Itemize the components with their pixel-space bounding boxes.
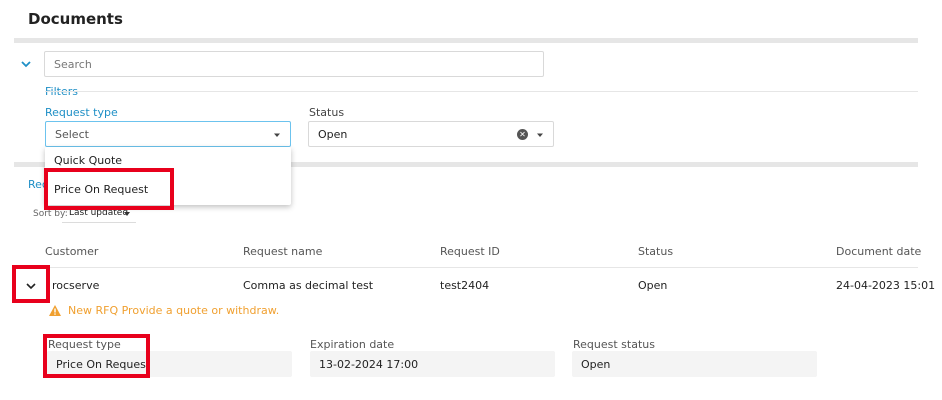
cell-document-date: 24-04-2023 15:01: [836, 279, 936, 292]
cell-request-name: Comma as decimal test: [243, 279, 374, 292]
detail-request-status-value: Open: [572, 351, 817, 377]
filters-divider: [45, 91, 918, 92]
filters-toggle-chevron-icon[interactable]: [18, 56, 34, 72]
search-input[interactable]: [44, 51, 544, 77]
status-select[interactable]: Open ✕: [308, 121, 554, 147]
highlight-box-dropdown-option: [44, 168, 174, 210]
caret-down-icon: [274, 133, 280, 137]
cell-status: Open: [638, 279, 668, 292]
sort-underline: [62, 222, 136, 223]
column-header-request-name[interactable]: Request name: [243, 245, 322, 258]
column-header-document-date[interactable]: Document date: [836, 245, 921, 258]
highlight-box-request-type: [43, 334, 150, 378]
column-header-request-id[interactable]: Request ID: [440, 245, 500, 258]
table-header-divider: [14, 267, 918, 268]
detail-expiration-label: Expiration date: [310, 338, 395, 351]
warning-icon: [49, 305, 61, 316]
request-type-value: Select: [55, 127, 89, 141]
rfq-notice: New RFQ Provide a quote or withdraw.: [68, 304, 280, 317]
detail-expiration-value: 13-02-2024 17:00: [310, 351, 555, 377]
status-value: Open: [318, 127, 348, 141]
clear-icon[interactable]: ✕: [517, 129, 528, 140]
cell-request-id: test2404: [440, 279, 490, 292]
caret-down-icon[interactable]: [537, 132, 543, 138]
sort-label: Sort by:: [33, 209, 68, 219]
highlight-box-row-chevron: [12, 265, 50, 303]
column-header-customer[interactable]: Customer: [45, 245, 98, 258]
page-title: Documents: [28, 10, 123, 28]
cell-customer: rocserve: [52, 279, 100, 292]
dropdown-option-quick-quote[interactable]: Quick Quote: [54, 154, 122, 167]
status-label: Status: [309, 106, 345, 119]
sort-caret-icon[interactable]: [124, 212, 130, 216]
column-header-status[interactable]: Status: [638, 245, 673, 258]
request-type-label: Request type: [45, 106, 118, 119]
header-divider: [14, 38, 918, 43]
detail-request-status-label: Request status: [573, 338, 655, 351]
request-type-select[interactable]: Select: [45, 121, 291, 147]
